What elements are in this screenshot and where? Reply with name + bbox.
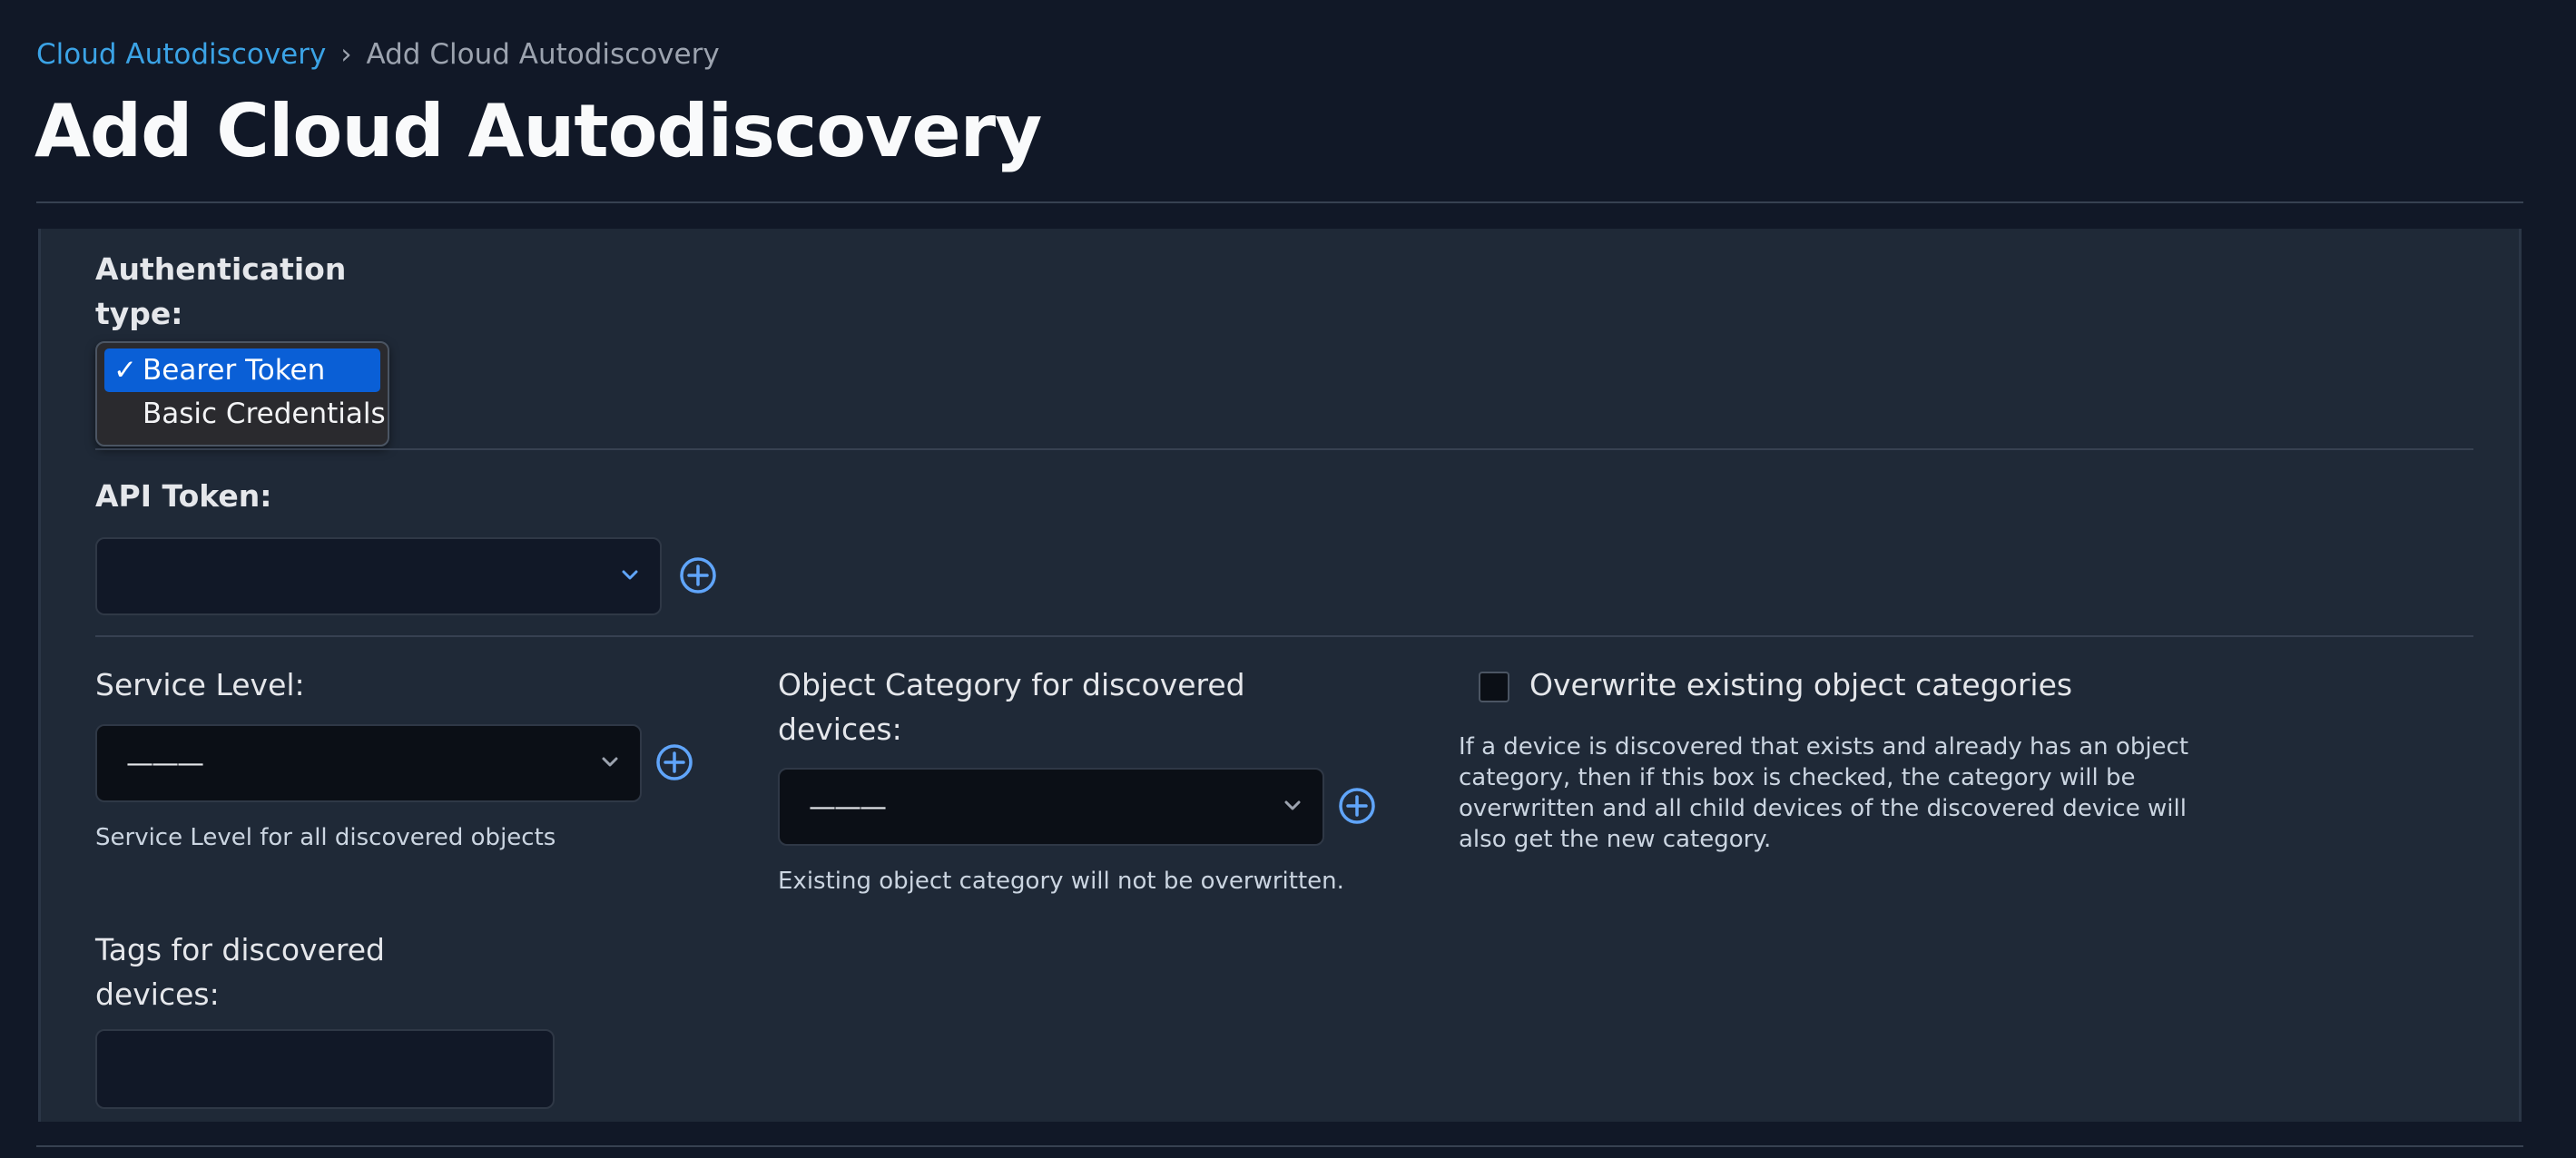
- overwrite-categories-help: If a device is discovered that exists an…: [1459, 733, 2189, 853]
- service-level-label: Service Level:: [95, 667, 305, 702]
- service-level-value: ———: [126, 748, 204, 780]
- bottom-divider: [36, 1145, 2523, 1147]
- auth-option-label: Bearer Token: [143, 354, 326, 387]
- api-token-select[interactable]: [95, 537, 662, 615]
- breadcrumb-link-cloud-autodiscovery[interactable]: Cloud Autodiscovery: [36, 38, 326, 71]
- breadcrumb-separator: ›: [340, 38, 352, 71]
- overwrite-categories-checkbox[interactable]: [1479, 672, 1509, 702]
- chevron-down-icon: [622, 570, 638, 580]
- service-level-select[interactable]: ———: [95, 724, 642, 802]
- tags-label: Tags for discovered devices:: [95, 932, 385, 1012]
- breadcrumb: Cloud Autodiscovery › Add Cloud Autodisc…: [36, 38, 720, 71]
- service-level-help: Service Level for all discovered objects: [95, 824, 556, 851]
- check-icon: ✓: [113, 354, 137, 387]
- object-category-help: Existing object category will not be ove…: [778, 868, 1344, 895]
- overwrite-categories-label: Overwrite existing object categories: [1529, 667, 2073, 702]
- title-divider: [36, 201, 2523, 203]
- chevron-down-icon: [602, 757, 618, 767]
- auth-type-dropdown[interactable]: ✓ Bearer Token Basic Credentials: [95, 341, 389, 447]
- section-divider: [95, 448, 2473, 450]
- section-divider: [95, 635, 2473, 637]
- auth-type-label: Authentication type:: [95, 251, 347, 331]
- add-api-token-icon[interactable]: [678, 555, 718, 595]
- api-token-label: API Token:: [95, 478, 272, 514]
- object-category-label: Object Category for discovered devices:: [778, 667, 1245, 747]
- auth-option-label: Basic Credentials: [143, 397, 386, 430]
- auth-option-bearer-token[interactable]: ✓ Bearer Token: [104, 348, 380, 392]
- chevron-down-icon: [1284, 800, 1301, 810]
- page-title: Add Cloud Autodiscovery: [34, 89, 1042, 173]
- form-panel: Authentication type: ✓ Bearer Token Basi…: [38, 229, 2522, 1122]
- object-category-select[interactable]: ———: [778, 768, 1324, 846]
- auth-option-basic-credentials[interactable]: Basic Credentials: [104, 392, 386, 436]
- add-object-category-icon[interactable]: [1337, 786, 1377, 826]
- object-category-value: ———: [809, 791, 887, 823]
- tags-input[interactable]: [95, 1029, 555, 1109]
- breadcrumb-current: Add Cloud Autodiscovery: [366, 38, 720, 71]
- add-service-level-icon[interactable]: [654, 742, 694, 782]
